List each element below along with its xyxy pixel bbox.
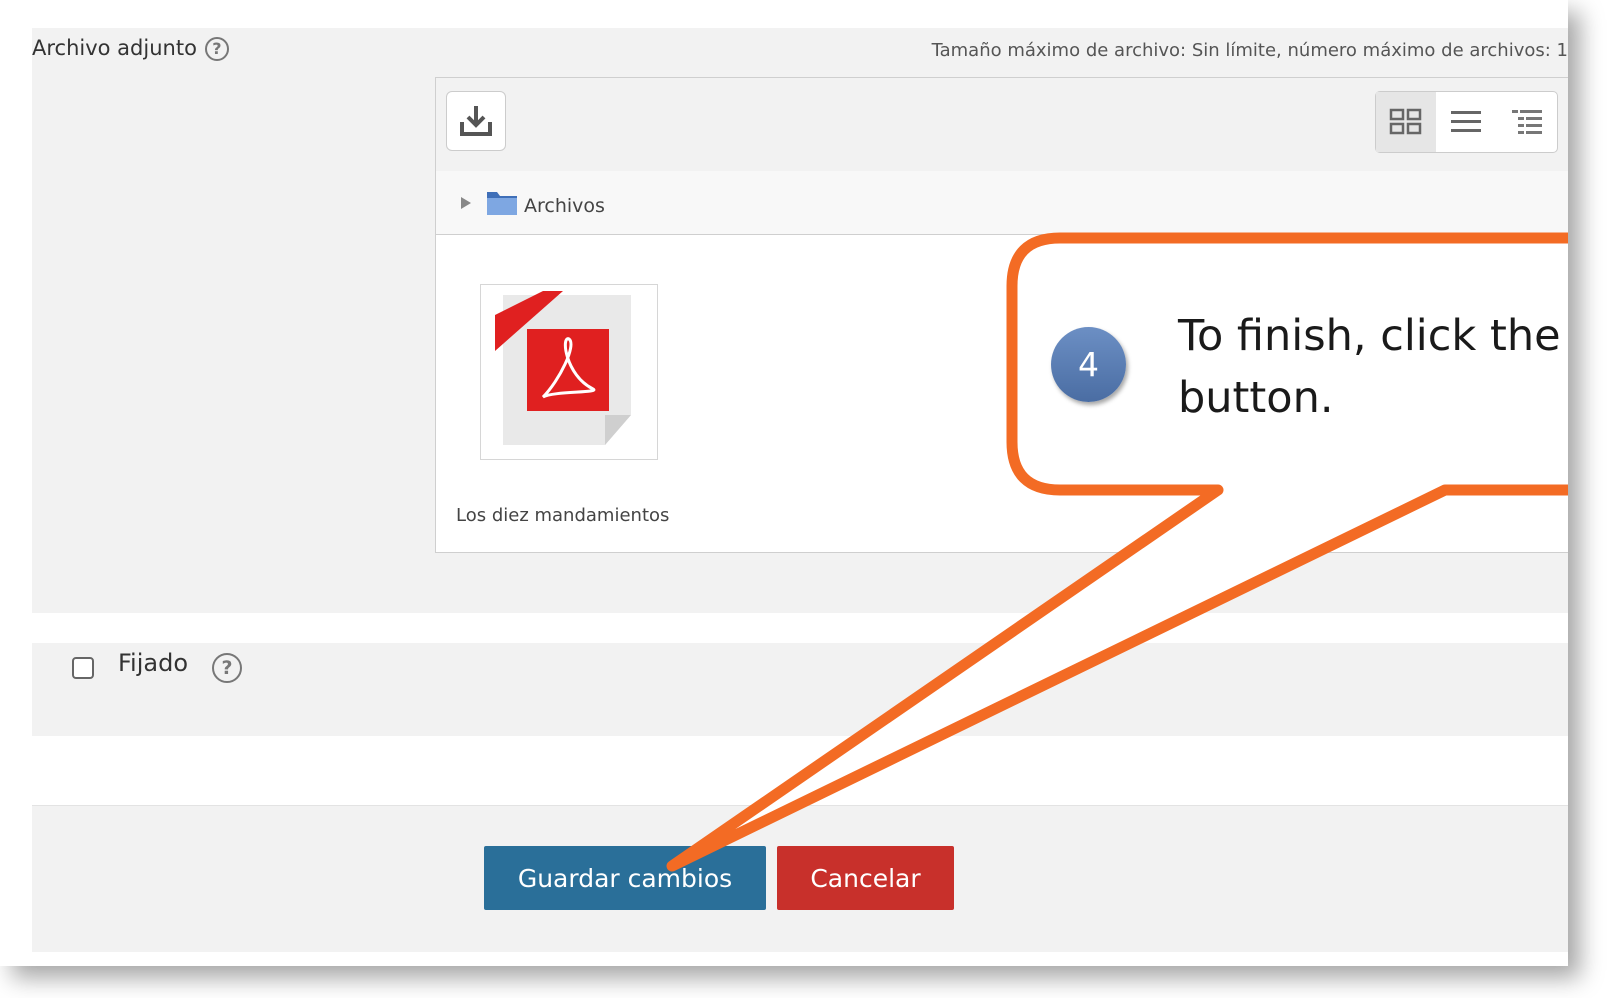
callout-text: To finish, click the “ button. <box>1178 305 1568 429</box>
callout-line-1: To finish, click the “ <box>1178 311 1568 361</box>
page: Archivo adjunto? Tamaño máximo de archiv… <box>0 0 1568 966</box>
step-badge: 4 <box>1051 327 1126 402</box>
callout-line-2: button. <box>1178 373 1334 423</box>
callout-bubble <box>666 232 1568 872</box>
